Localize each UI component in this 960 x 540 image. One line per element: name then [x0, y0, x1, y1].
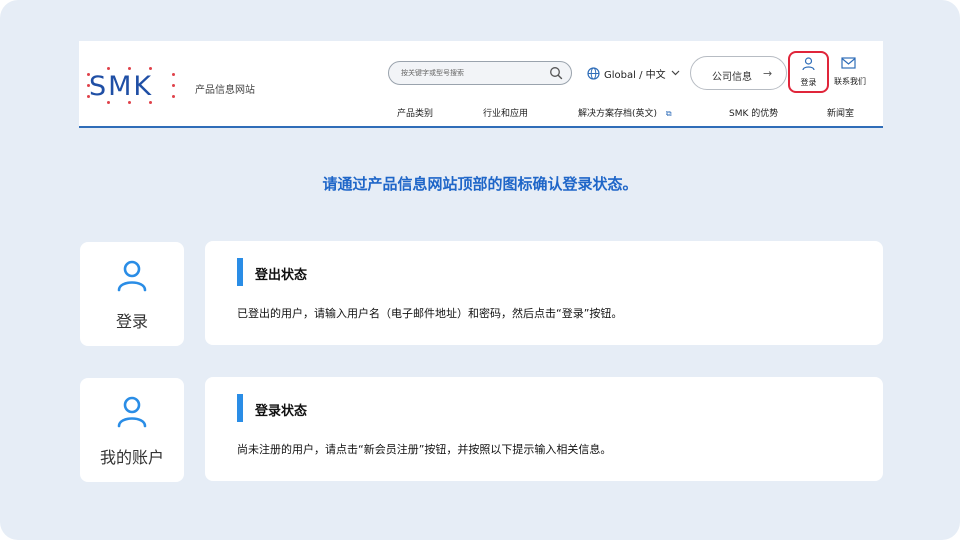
language-label: Global / 中文	[604, 69, 666, 81]
site-name: 产品信息网站	[195, 85, 255, 96]
login-icon-label: 登录	[115, 312, 148, 331]
nav-item-solutions-label: 解决方案存档(英文)	[578, 109, 658, 119]
chevron-down-icon	[671, 70, 680, 76]
company-info-button[interactable]: 公司信息 →	[690, 56, 787, 90]
search-icon[interactable]	[549, 66, 563, 80]
search-box[interactable]	[388, 61, 572, 85]
logo-text: SMK	[89, 71, 154, 102]
nav-item-industries[interactable]: 行业和应用	[483, 106, 528, 119]
user-icon	[117, 260, 147, 292]
external-link-icon: ⧉	[665, 109, 672, 118]
nav-item-advantages[interactable]: SMK 的优势	[729, 106, 778, 119]
accent-bar	[237, 258, 243, 286]
contact-us-label: 联系我们	[834, 77, 866, 86]
logged-out-info-card: 登出状态 已登出的用户，请输入用户名（电子邮件地址）和密码，然后点击“登录”按钮…	[205, 241, 883, 345]
contact-us-button[interactable]: 联系我们	[830, 57, 870, 91]
site-header: SMK 产品信息网站 Global / 中文 公司信息 →	[79, 41, 883, 128]
accent-bar	[237, 394, 243, 422]
smk-logo[interactable]: SMK	[87, 67, 175, 105]
my-account-icon-card: 我的账户	[80, 378, 184, 482]
user-icon	[802, 57, 815, 71]
card-title: 登出状态	[255, 268, 308, 283]
nav-item-newsroom[interactable]: 新闻室	[827, 106, 854, 119]
search-input[interactable]	[401, 66, 541, 80]
nav-item-solutions-archive[interactable]: 解决方案存档(英文) ⧉	[578, 106, 672, 119]
card-title: 登录状态	[255, 404, 308, 419]
globe-icon	[587, 66, 600, 80]
card-description: 尚未注册的用户，请点击“新会员注册”按钮，并按照以下提示输入相关信息。	[237, 443, 612, 456]
login-label: 登录	[800, 78, 817, 87]
card-description: 已登出的用户，请输入用户名（电子邮件地址）和密码，然后点击“登录”按钮。	[237, 307, 623, 320]
language-selector[interactable]: Global / 中文	[587, 66, 680, 81]
page-headline: 请通过产品信息网站顶部的图标确认登录状态。	[322, 175, 638, 193]
mail-icon	[841, 57, 856, 69]
nav-item-product-categories[interactable]: 产品类别	[397, 106, 433, 119]
company-info-label: 公司信息	[712, 72, 752, 83]
my-account-icon-label: 我的账户	[99, 448, 164, 467]
user-icon	[117, 396, 147, 428]
login-icon-card: 登录	[80, 242, 184, 346]
logged-in-info-card: 登录状态 尚未注册的用户，请点击“新会员注册”按钮，并按照以下提示输入相关信息。	[205, 377, 883, 481]
page-frame: SMK 产品信息网站 Global / 中文 公司信息 →	[0, 0, 960, 540]
arrow-right-icon: →	[763, 67, 773, 80]
login-button[interactable]: 登录	[788, 51, 829, 93]
